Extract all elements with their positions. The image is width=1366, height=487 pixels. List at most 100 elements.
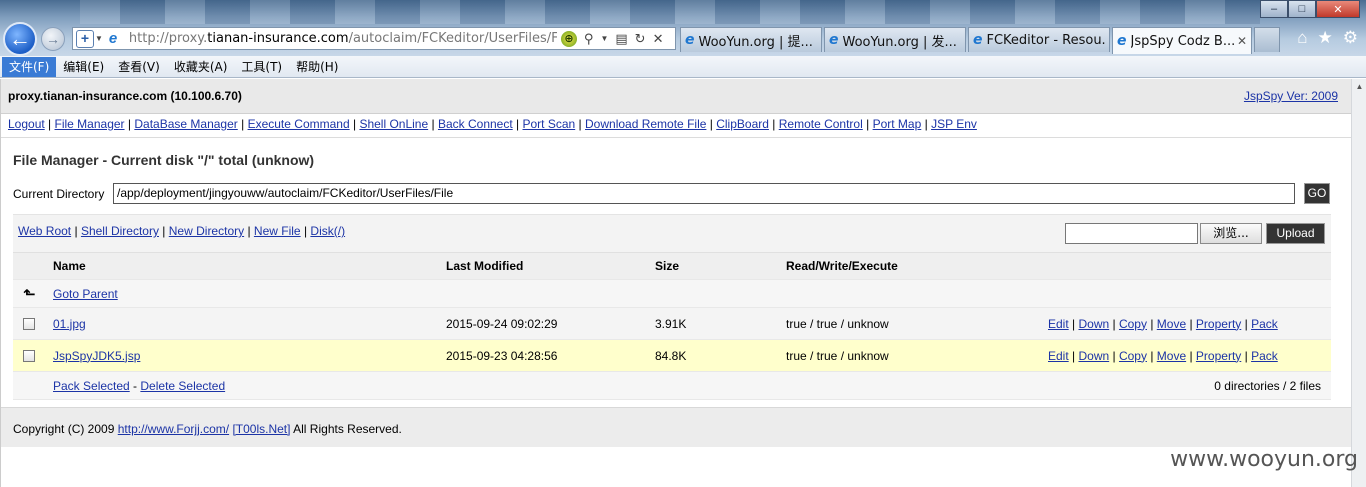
edit-link[interactable]: Edit bbox=[1048, 317, 1069, 331]
copy-link[interactable]: Copy bbox=[1119, 349, 1147, 363]
t00ls-link[interactable]: [T00ls.Net] bbox=[232, 422, 290, 436]
file-rwx: true / true / unknow bbox=[786, 316, 889, 331]
menu-view[interactable]: 查看(V) bbox=[111, 57, 167, 77]
tab-wooyun-2[interactable]: e WooYun.org | 发... bbox=[824, 27, 966, 52]
url-text[interactable]: http://proxy.tianan-insurance.com/autocl… bbox=[129, 31, 557, 46]
web-root-link[interactable]: Web Root bbox=[18, 224, 71, 238]
home-icon[interactable]: ⌂ bbox=[1297, 28, 1307, 48]
ie-tab-icon: e bbox=[973, 32, 983, 48]
menu-bar: 文件(F) 编辑(E) 查看(V) 收藏夹(A) 工具(T) 帮助(H) bbox=[0, 56, 1366, 78]
copyright: Copyright (C) 2009 http://www.Forjj.com/… bbox=[13, 422, 402, 436]
search-icon[interactable]: ⚲ bbox=[584, 31, 594, 47]
chevron-down-icon[interactable]: ▼ bbox=[95, 34, 103, 43]
file-actions: Edit | Down | Copy | Move | Property | P… bbox=[1048, 348, 1278, 363]
nav-logout[interactable]: Logout bbox=[8, 117, 45, 131]
nav-back-connect[interactable]: Back Connect bbox=[438, 117, 513, 131]
disk-link[interactable]: Disk(/) bbox=[310, 224, 345, 238]
nav-download-remote-file[interactable]: Download Remote File bbox=[585, 117, 706, 131]
compatibility-icon[interactable]: ⊕ bbox=[560, 30, 577, 47]
scroll-up-icon[interactable]: ▲ bbox=[1352, 79, 1366, 94]
nav-file-manager[interactable]: File Manager bbox=[55, 117, 125, 131]
delete-selected-link[interactable]: Delete Selected bbox=[140, 379, 225, 393]
forward-button[interactable]: → bbox=[41, 27, 65, 51]
nav-database-manager[interactable]: DataBase Manager bbox=[134, 117, 237, 131]
tab-title: WooYun.org | 提... bbox=[698, 34, 813, 50]
refresh-icon[interactable]: ↻ bbox=[635, 31, 646, 47]
property-link[interactable]: Property bbox=[1196, 349, 1241, 363]
forjj-link[interactable]: http://www.Forjj.com/ bbox=[118, 422, 229, 436]
down-link[interactable]: Down bbox=[1078, 349, 1109, 363]
rights-text: All Rights Reserved. bbox=[293, 422, 402, 436]
vertical-scrollbar[interactable]: ▲ bbox=[1351, 79, 1366, 487]
file-tools: Web Root | Shell Directory | New Directo… bbox=[18, 224, 346, 238]
window-controls: – □ ✕ bbox=[1260, 0, 1360, 18]
header-bar: proxy.tianan-insurance.com (10.100.6.70)… bbox=[1, 79, 1351, 114]
watermark: www.wooyun.org bbox=[1170, 447, 1358, 472]
table-row: 01.jpg 2015-09-24 09:02:29 3.91K true / … bbox=[13, 308, 1331, 340]
arrow-left-icon: ← bbox=[9, 26, 31, 51]
nav-remote-control[interactable]: Remote Control bbox=[779, 117, 863, 131]
nav-port-scan[interactable]: Port Scan bbox=[523, 117, 576, 131]
goto-parent-link[interactable]: Goto Parent bbox=[53, 287, 118, 301]
add-favorite-icon[interactable]: + bbox=[76, 29, 94, 48]
column-last-modified: Last Modified bbox=[446, 259, 524, 273]
shell-directory-link[interactable]: Shell Directory bbox=[81, 224, 159, 238]
column-name: Name bbox=[53, 259, 86, 273]
menu-favorites[interactable]: 收藏夹(A) bbox=[167, 57, 235, 77]
close-window-button[interactable]: ✕ bbox=[1316, 0, 1360, 18]
page-icon[interactable]: ▤ bbox=[615, 31, 627, 47]
menu-edit[interactable]: 编辑(E) bbox=[56, 57, 111, 77]
down-link[interactable]: Down bbox=[1078, 317, 1109, 331]
back-button[interactable]: ← bbox=[3, 22, 37, 56]
move-link[interactable]: Move bbox=[1157, 317, 1186, 331]
file-size: 84.8K bbox=[655, 348, 687, 363]
ie-tab-icon: e bbox=[829, 32, 839, 48]
copy-link[interactable]: Copy bbox=[1119, 317, 1147, 331]
maximize-button[interactable]: □ bbox=[1288, 0, 1316, 18]
version-link[interactable]: JspSpy Ver: 2009 bbox=[1244, 89, 1338, 103]
nav-clipboard[interactable]: ClipBoard bbox=[716, 117, 769, 131]
menu-file[interactable]: 文件(F) bbox=[2, 56, 57, 77]
row-checkbox[interactable] bbox=[23, 317, 35, 330]
ie-tab-icon: e bbox=[685, 32, 695, 48]
file-name-link[interactable]: 01.jpg bbox=[53, 317, 86, 331]
nav-port-map[interactable]: Port Map bbox=[873, 117, 922, 131]
search-dropdown-icon[interactable]: ▼ bbox=[600, 34, 608, 43]
menu-help[interactable]: 帮助(H) bbox=[289, 57, 345, 77]
nav-shell-online[interactable]: Shell OnLine bbox=[359, 117, 428, 131]
favorites-star-icon[interactable]: ★ bbox=[1318, 28, 1333, 48]
upload-button[interactable]: Upload bbox=[1266, 223, 1325, 244]
tab-fckeditor[interactable]: e FCKeditor - Resou... bbox=[968, 27, 1110, 52]
file-modified: 2015-09-23 04:28:56 bbox=[446, 348, 558, 363]
file-name-link[interactable]: JspSpyJDK5.jsp bbox=[53, 349, 140, 363]
new-directory-link[interactable]: New Directory bbox=[169, 224, 244, 238]
address-bar[interactable]: + ▼ e http://proxy.tianan-insurance.com/… bbox=[72, 27, 676, 50]
page-viewport: proxy.tianan-insurance.com (10.100.6.70)… bbox=[0, 79, 1351, 487]
column-size: Size bbox=[655, 259, 680, 273]
menu-tools[interactable]: 工具(T) bbox=[234, 57, 289, 77]
close-tab-icon[interactable]: ✕ bbox=[1237, 34, 1247, 48]
gear-icon[interactable]: ⚙ bbox=[1343, 28, 1358, 48]
browse-button[interactable]: 浏览... bbox=[1200, 223, 1262, 244]
property-link[interactable]: Property bbox=[1196, 317, 1241, 331]
new-file-link[interactable]: New File bbox=[254, 224, 301, 238]
pack-link[interactable]: Pack bbox=[1251, 317, 1278, 331]
file-actions: Edit | Down | Copy | Move | Property | P… bbox=[1048, 316, 1278, 331]
pack-selected-link[interactable]: Pack Selected bbox=[53, 379, 130, 393]
current-directory-input[interactable]: /app/deployment/jingyouww/autoclaim/FCKe… bbox=[113, 183, 1295, 204]
move-link[interactable]: Move bbox=[1157, 349, 1186, 363]
tab-jspspy[interactable]: e JspSpy Codz B... ✕ bbox=[1112, 27, 1252, 54]
taskbar-blur bbox=[80, 0, 1260, 24]
stop-icon[interactable]: ✕ bbox=[653, 31, 664, 47]
upload-file-input[interactable] bbox=[1065, 223, 1198, 244]
pack-link[interactable]: Pack bbox=[1251, 349, 1278, 363]
go-button[interactable]: GO bbox=[1304, 183, 1330, 204]
tab-title: FCKeditor - Resou... bbox=[986, 32, 1106, 48]
nav-jsp-env[interactable]: JSP Env bbox=[931, 117, 977, 131]
minimize-button[interactable]: – bbox=[1260, 0, 1288, 18]
edit-link[interactable]: Edit bbox=[1048, 349, 1069, 363]
tab-wooyun-1[interactable]: e WooYun.org | 提... bbox=[680, 27, 822, 52]
new-tab-button[interactable] bbox=[1254, 27, 1280, 52]
nav-execute-command[interactable]: Execute Command bbox=[248, 117, 350, 131]
row-checkbox[interactable] bbox=[23, 349, 35, 362]
